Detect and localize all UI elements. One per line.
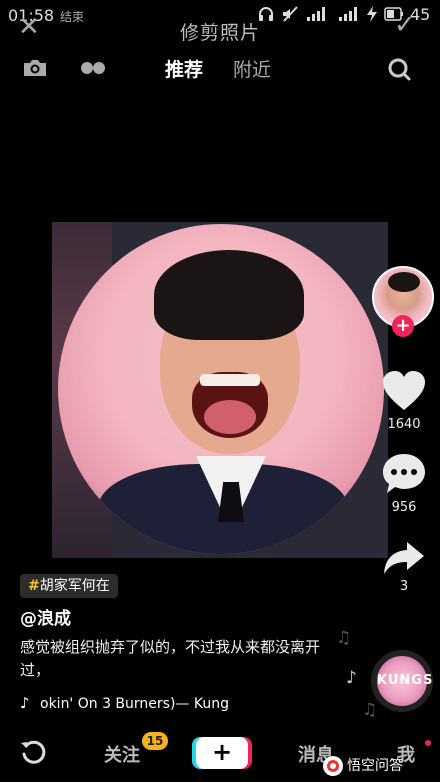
music-note-icon: ♪ — [20, 694, 30, 712]
like-count: 1640 — [387, 417, 421, 432]
heart-icon[interactable] — [381, 370, 427, 416]
hair-shape — [154, 250, 304, 340]
feed-nav: 推荐 附近 — [0, 50, 440, 88]
teeth-shape — [200, 374, 260, 386]
unread-dot — [425, 740, 431, 746]
music-title: okin' On 3 Burners)— Kung — [40, 696, 229, 712]
music-info[interactable]: ♪ okin' On 3 Burners)— Kung — [20, 694, 242, 716]
music-note-deco-icon: ♫ — [336, 628, 352, 648]
comment-count: 956 — [391, 500, 417, 515]
video-image — [58, 224, 384, 554]
notification-badge: 15 — [142, 732, 168, 750]
topic-tag[interactable]: #胡家军何在 — [20, 574, 118, 598]
video-description: 感觉被组织抛弃了似的，不过我从来都没离开过， — [20, 638, 321, 679]
watermark-text: 悟空问答 — [347, 758, 403, 774]
music-note-deco-icon: ♪ — [346, 668, 357, 688]
tongue-shape — [204, 400, 256, 434]
author-name[interactable]: @浪成 — [20, 604, 71, 629]
wukong-logo-icon — [322, 755, 344, 777]
share-icon[interactable] — [381, 538, 427, 582]
crop-title: 修剪照片 — [179, 22, 260, 44]
share-count: 3 — [399, 579, 409, 594]
music-note-deco-icon: ♫ — [362, 700, 378, 720]
watermark: 悟空问答 — [322, 754, 403, 778]
dots-icon[interactable] — [78, 58, 108, 78]
comment-icon[interactable] — [381, 452, 427, 500]
video-player[interactable] — [52, 222, 388, 558]
music-disc[interactable]: KUNGS — [371, 650, 433, 712]
create-button[interactable]: + — [196, 737, 248, 769]
check-icon[interactable]: ✓ — [394, 10, 416, 40]
hashtag-icon: # — [28, 578, 40, 594]
tab-recommend[interactable]: 推荐 — [165, 55, 203, 82]
topic-label: 胡家军何在 — [39, 578, 110, 594]
search-icon[interactable] — [386, 56, 412, 82]
tab-nearby[interactable]: 附近 — [233, 55, 271, 82]
camera-icon[interactable] — [22, 58, 48, 78]
avatar-hair — [388, 272, 420, 292]
refresh-icon[interactable] — [20, 738, 48, 766]
nav-follow[interactable]: 关注 — [104, 741, 140, 767]
follow-button[interactable]: + — [392, 315, 414, 337]
music-disc-label: KUNGS — [377, 673, 434, 688]
